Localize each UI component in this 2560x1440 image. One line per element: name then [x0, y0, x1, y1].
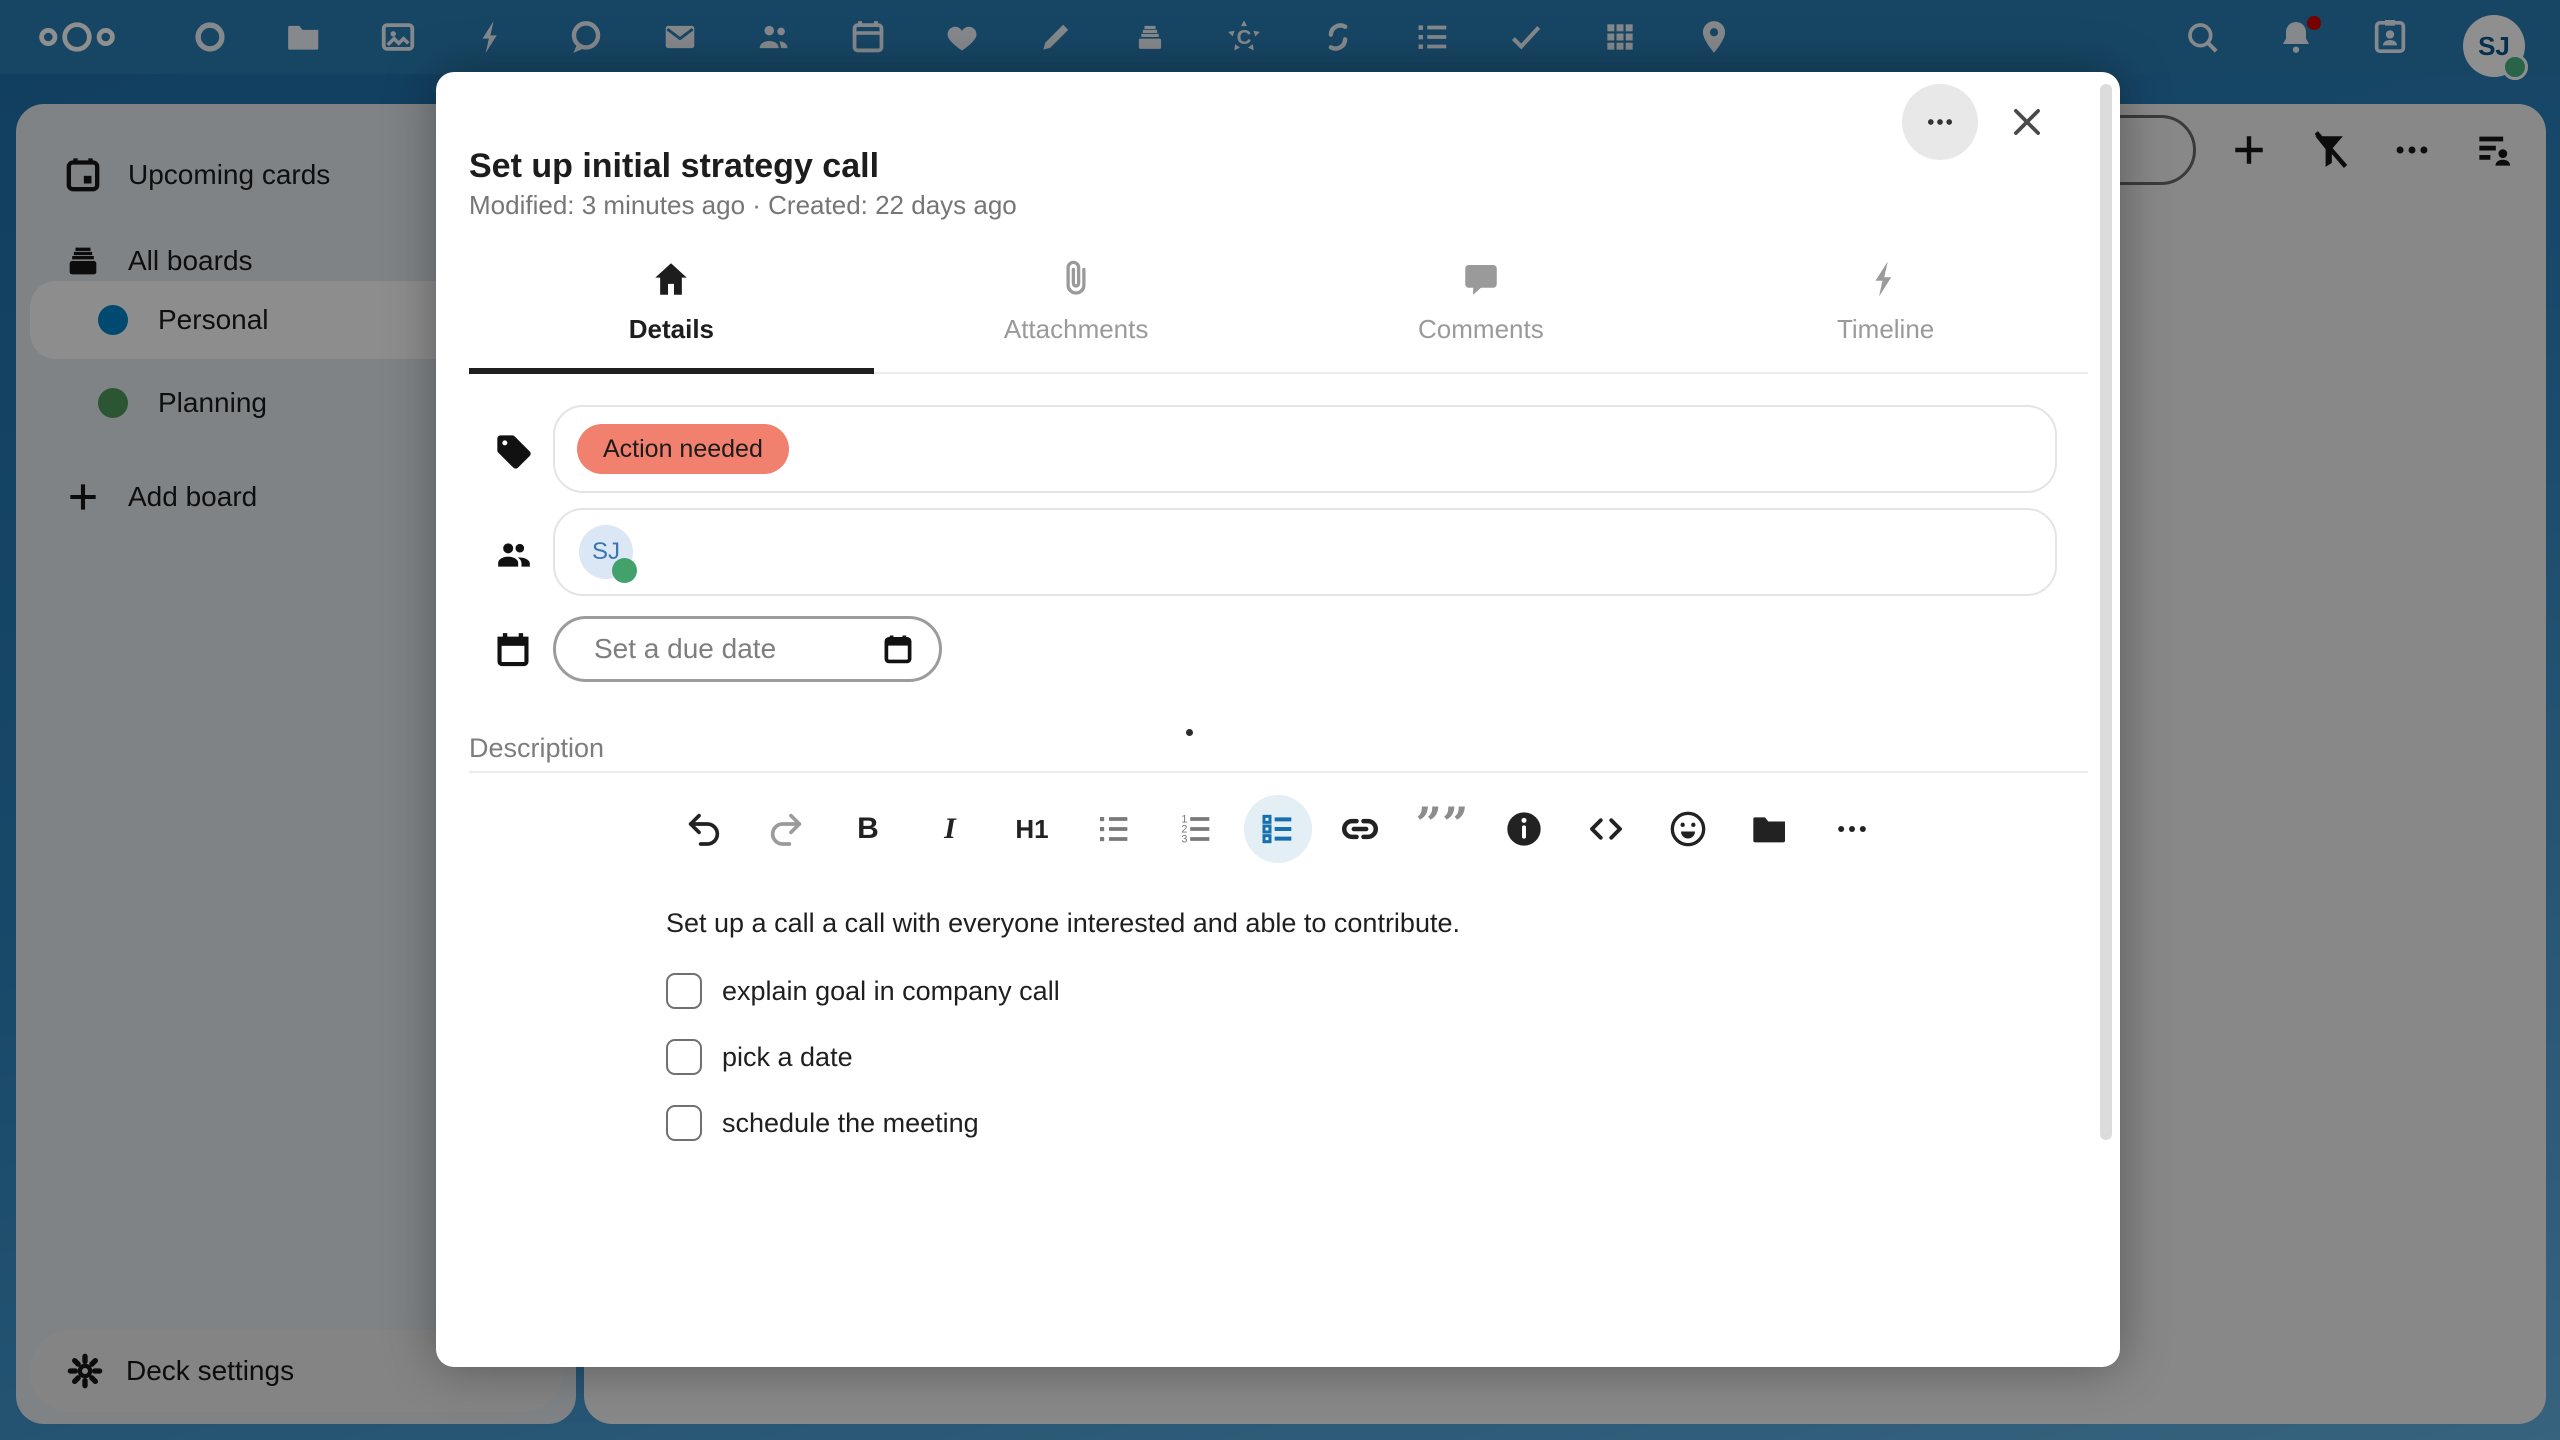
due-date-icon — [494, 630, 532, 673]
home-icon — [655, 263, 688, 295]
tab-attachments[interactable]: Attachments — [874, 246, 1279, 372]
tab-timeline[interactable]: Timeline — [1683, 246, 2088, 372]
checklist-item: explain goal in company call — [666, 969, 1060, 1013]
editor-undo-button[interactable] — [663, 795, 745, 863]
tab-comments[interactable]: Comments — [1279, 246, 1684, 372]
description-divider — [469, 771, 2088, 773]
checkbox[interactable] — [666, 1105, 702, 1141]
close-icon — [2014, 109, 2040, 135]
assignees-icon — [494, 535, 534, 580]
editor-task-list-button[interactable] — [1244, 795, 1312, 863]
checklist-item-label: schedule the meeting — [722, 1107, 979, 1138]
card-actions-menu-button[interactable] — [1902, 84, 1978, 160]
comment-icon — [1465, 265, 1497, 295]
checkbox[interactable] — [666, 973, 702, 1009]
editor-emoji-button[interactable] — [1647, 795, 1729, 863]
tag-icon — [494, 432, 534, 477]
due-date-field — [553, 616, 942, 682]
editor-redo-button[interactable] — [745, 795, 827, 863]
ellipsis-icon — [1927, 119, 1953, 125]
checklist-item-label: explain goal in company call — [722, 975, 1060, 1006]
assignee-avatar[interactable]: SJ — [579, 525, 637, 583]
modal-tabs: Details Attachments Comments Timeline — [469, 246, 2088, 374]
editor-more-button[interactable] — [1811, 795, 1893, 863]
editor-link-button[interactable] — [1319, 795, 1401, 863]
lightning-icon — [1875, 261, 1891, 297]
tab-details[interactable]: Details — [469, 246, 874, 374]
checklist-item: schedule the meeting — [666, 1101, 979, 1145]
checklist-item-label: pick a date — [722, 1041, 853, 1072]
checkbox[interactable] — [666, 1039, 702, 1075]
editor-code-button[interactable] — [1565, 795, 1647, 863]
assignee-status-dot — [612, 558, 637, 583]
editor-heading-button[interactable]: H1 — [991, 795, 1073, 863]
caret-dot — [1186, 729, 1193, 736]
editor-blockquote-button[interactable]: ”” — [1401, 795, 1483, 863]
editor-italic-button[interactable]: I — [909, 795, 991, 863]
due-date-input[interactable] — [592, 632, 846, 666]
editor-ordered-list-button[interactable]: 123 — [1155, 795, 1237, 863]
editor-toolbar: B I H1 123 ”” — [663, 795, 1893, 863]
editor-bold-button[interactable]: B — [827, 795, 909, 863]
checklist-item: pick a date — [666, 1035, 853, 1079]
tag-pill[interactable]: Action needed — [577, 424, 789, 474]
paperclip-icon — [1066, 260, 1086, 295]
card-details-modal: Set up initial strategy call Modified: 3… — [436, 72, 2120, 1367]
date-picker-icon[interactable] — [881, 632, 915, 666]
editor-callout-button[interactable] — [1483, 795, 1565, 863]
assignees-field[interactable]: SJ — [553, 508, 2057, 596]
description-text[interactable]: Set up a call a call with everyone inter… — [666, 908, 1460, 939]
card-meta: Modified: 3 minutes ago · Created: 22 da… — [469, 190, 1017, 220]
modal-scrollbar[interactable] — [2100, 84, 2112, 1140]
svg-text:3: 3 — [1181, 834, 1187, 846]
editor-bullet-list-button[interactable] — [1073, 795, 1155, 863]
tags-field[interactable]: Action needed — [553, 405, 2057, 493]
editor-attach-folder-button[interactable] — [1729, 795, 1811, 863]
description-label: Description — [469, 733, 605, 763]
screen: C SJ Upcoming cards All boards Personal … — [0, 0, 2560, 1440]
close-modal-button[interactable] — [2002, 97, 2052, 147]
card-title: Set up initial strategy call — [469, 146, 880, 185]
